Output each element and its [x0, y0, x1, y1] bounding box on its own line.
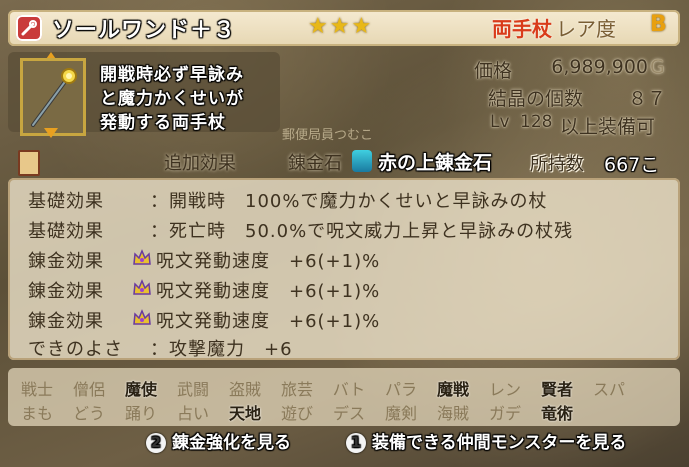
crown-icon	[133, 279, 151, 295]
effect-label: 錬金効果	[28, 281, 104, 302]
job-item: まも	[20, 404, 53, 423]
equippable-monsters-label: 装備できる仲間モンスターを見る	[372, 433, 627, 453]
equippable-monsters-button[interactable]: 1 装備できる仲間モンスターを見る	[346, 428, 627, 453]
job-item: 武闘	[176, 380, 209, 399]
alchemy-enhance-label: 錬金強化を見る	[172, 433, 291, 453]
watermark-text: 郵便局員つむこ	[282, 128, 374, 143]
rarity-stars: ★★★	[308, 14, 374, 39]
effect-label: 基礎効果	[28, 221, 104, 242]
effect-text: ：死亡時 50.0%で呪文威力上昇と早詠みの杖残	[150, 221, 574, 242]
crown-icon	[133, 249, 151, 265]
stone-label: 錬金石	[288, 153, 342, 174]
job-item: レン	[488, 380, 521, 399]
description-line-3: 発動する両手杖	[100, 113, 226, 133]
job-item: 踊り	[124, 404, 157, 423]
job-item: 海賊	[436, 404, 469, 423]
alchemy-stone-icon	[352, 150, 372, 172]
effect-label: できのよさ	[28, 339, 123, 360]
effect-text: 呪文発動速度 +6(+1)%	[156, 311, 381, 332]
crystal-value: ８７	[627, 88, 666, 110]
effect-text: ：攻撃魔力 +6	[150, 339, 293, 360]
job-item: 魔使	[124, 380, 157, 399]
job-item: 魔剣	[384, 404, 417, 423]
job-item: バト	[332, 380, 366, 399]
level-prefix: Lv	[490, 112, 510, 132]
description-line-2: と魔力かくせいが	[100, 89, 244, 109]
effect-text: 呪文発動速度 +6(+1)%	[156, 251, 381, 272]
job-item: スパ	[592, 380, 625, 399]
level-suffix: 以上装備可	[560, 116, 656, 138]
crystal-label: 結晶の個数	[488, 88, 584, 110]
job-item: 魔戦	[436, 380, 469, 399]
stone-name: 赤の上錬金石	[378, 152, 493, 174]
staff-category-icon	[16, 15, 42, 41]
job-item: 占い	[176, 404, 209, 423]
rarity-label: レア度	[556, 17, 616, 41]
price-label: 価格	[474, 60, 513, 82]
level-value: 128	[520, 112, 553, 132]
price-value: 6,989,900	[551, 56, 648, 78]
description-line-1: 開戦時必ず早詠み	[100, 65, 244, 85]
job-item: 竜術	[540, 404, 573, 423]
effect-label: 錬金効果	[28, 251, 104, 272]
job-item: 賢者	[540, 380, 573, 399]
price-unit: G	[650, 56, 665, 78]
effect-text: 呪文発動速度 +6(+1)%	[156, 281, 381, 302]
job-item: 旅芸	[280, 380, 313, 399]
effect-text: ：開戦時 100%で魔力かくせいと早詠みの杖	[150, 191, 548, 212]
effect-label: 錬金効果	[28, 311, 104, 332]
job-item: 天地	[228, 404, 261, 423]
job-item: どう	[72, 404, 105, 423]
button-1-icon: 1	[346, 433, 366, 453]
alchemy-enhance-button[interactable]: 2 錬金強化を見る	[146, 428, 291, 453]
rarity-value: B	[650, 12, 667, 37]
job-item: 僧侶	[72, 380, 105, 399]
item-tag-icon	[18, 150, 40, 176]
owned-value: 667こ	[604, 154, 660, 176]
job-item: パラ	[384, 380, 417, 399]
job-item: ガデ	[488, 404, 521, 423]
extra-effect-label: 追加効果	[164, 153, 236, 174]
job-item: 盗賊	[228, 380, 261, 399]
effect-label: 基礎効果	[28, 191, 104, 212]
job-item: 遊び	[280, 404, 313, 423]
button-2-icon: 2	[146, 433, 166, 453]
item-thumbnail	[20, 58, 86, 136]
item-name: ソールワンド＋３	[52, 18, 237, 43]
job-item: 戦士	[20, 380, 53, 399]
staff-image-icon	[31, 68, 77, 127]
crown-icon	[133, 309, 151, 325]
weapon-type: 両手杖	[492, 17, 552, 41]
owned-label: 所持数	[530, 154, 584, 175]
job-item: デス	[332, 404, 365, 423]
arrow-down-icon[interactable]	[44, 128, 58, 138]
